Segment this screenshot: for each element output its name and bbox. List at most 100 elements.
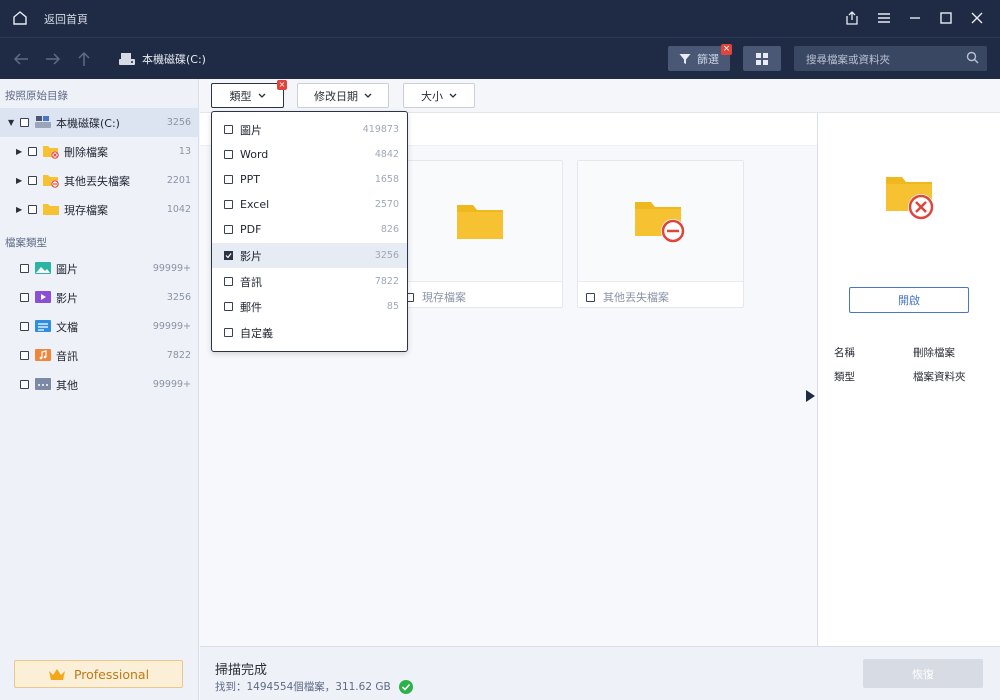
- drive-breadcrumb[interactable]: 本機磁碟(C:): [118, 51, 206, 67]
- property-value: 檔案資料夾: [913, 371, 966, 383]
- option-count: 4842: [374, 149, 399, 160]
- type-section-title: 檔案類型: [5, 237, 47, 249]
- picture-icon: [34, 260, 52, 276]
- title-bar: 返回首頁: [0, 0, 1000, 37]
- checkbox[interactable]: [20, 322, 29, 331]
- expand-arrow-icon[interactable]: ▶: [16, 205, 24, 214]
- minimize-icon[interactable]: [905, 8, 925, 28]
- filter-option-pictures[interactable]: 圖片 419873: [212, 117, 407, 142]
- checkbox[interactable]: [20, 264, 29, 273]
- lost-folder-icon: [634, 202, 685, 243]
- preview-panel: 開啟 名稱 刪除檔案 類型 檔案資料夾: [817, 113, 1000, 646]
- drive-icon: [119, 53, 135, 65]
- toolbar: 本機磁碟(C:) 篩選 × 搜尋檔案或資料夾: [0, 37, 1000, 79]
- filter-button[interactable]: 篩選 ×: [668, 44, 732, 71]
- filter-option-audio[interactable]: 音訊 7822: [212, 269, 407, 294]
- deleted-folder-icon: [884, 173, 936, 224]
- filter-bar: 類型 × 修改日期 大小: [200, 79, 1000, 113]
- funnel-icon: [679, 53, 691, 64]
- checkbox[interactable]: [20, 351, 29, 360]
- filter-option-ppt[interactable]: PPT 1658: [212, 167, 407, 192]
- checkbox[interactable]: [28, 205, 37, 214]
- export-icon[interactable]: [842, 8, 862, 28]
- search-icon[interactable]: [966, 51, 979, 67]
- size-filter-label: 大小: [421, 89, 443, 103]
- sidebar-item-label: 其他丟失檔案: [64, 174, 130, 188]
- sidebar-item-pictures[interactable]: 圖片 99999+: [0, 254, 199, 283]
- path-section-title: 按照原始目錄: [5, 90, 68, 102]
- type-filter-chip[interactable]: 類型 ×: [211, 80, 287, 108]
- option-count: 1658: [374, 174, 399, 185]
- sidebar-item-local-disk[interactable]: ▼ 本機磁碟(C:) 3256: [0, 108, 199, 137]
- folder-card-other-lost[interactable]: 其他丟失檔案: [577, 160, 744, 308]
- maximize-icon[interactable]: [936, 8, 956, 28]
- date-filter-chip[interactable]: 修改日期: [297, 83, 389, 108]
- expand-arrow-icon[interactable]: ▶: [16, 176, 24, 185]
- checkbox[interactable]: [224, 328, 233, 337]
- open-button[interactable]: 開啟: [849, 287, 969, 313]
- checkbox[interactable]: [224, 125, 233, 134]
- sidebar-item-audio[interactable]: 音訊 7822: [0, 341, 199, 370]
- back-home-link[interactable]: 返回首頁: [44, 11, 88, 27]
- collapse-panel-arrow-icon[interactable]: [806, 390, 815, 402]
- chevron-down-icon: [364, 93, 372, 98]
- document-icon: [34, 318, 52, 334]
- checkbox[interactable]: [224, 277, 233, 286]
- drive-label: 本機磁碟(C:): [142, 53, 206, 66]
- checkbox[interactable]: [224, 225, 233, 234]
- checkbox[interactable]: [586, 292, 595, 302]
- option-label: Excel: [240, 198, 270, 211]
- clear-filter-icon[interactable]: ×: [721, 44, 732, 55]
- checkbox[interactable]: [224, 200, 233, 209]
- option-count: 3256: [374, 250, 399, 261]
- sidebar-item-other-lost-files[interactable]: ▶ 其他丟失檔案 2201: [0, 166, 199, 195]
- option-label: 郵件: [240, 300, 262, 314]
- date-filter-label: 修改日期: [314, 89, 358, 103]
- folder-card-existing[interactable]: 現存檔案: [396, 160, 563, 308]
- folder-icon: [42, 201, 60, 217]
- sidebar-item-videos[interactable]: 影片 3256: [0, 283, 199, 312]
- sidebar-item-existing-files[interactable]: ▶ 現存檔案 1042: [0, 195, 199, 224]
- sidebar-item-label: 其他: [56, 378, 78, 392]
- checkbox-checked[interactable]: [224, 251, 233, 260]
- filter-option-excel[interactable]: Excel 2570: [212, 192, 407, 217]
- checkbox[interactable]: [20, 293, 29, 302]
- option-label: 音訊: [240, 275, 262, 289]
- filter-option-pdf[interactable]: PDF 826: [212, 217, 407, 242]
- filter-option-word[interactable]: Word 4842: [212, 142, 407, 167]
- checkbox[interactable]: [224, 175, 233, 184]
- filter-option-email[interactable]: 郵件 85: [212, 294, 407, 319]
- forward-arrow-icon[interactable]: [44, 50, 62, 68]
- sidebar-item-documents[interactable]: 文檔 99999+: [0, 312, 199, 341]
- sidebar-item-other[interactable]: 其他 99999+: [0, 370, 199, 399]
- item-count: 7822: [166, 350, 191, 361]
- back-arrow-icon[interactable]: [12, 50, 30, 68]
- checkbox[interactable]: [28, 147, 37, 156]
- checkbox[interactable]: [224, 302, 233, 311]
- checkbox[interactable]: [224, 150, 233, 159]
- item-count: 1042: [166, 204, 191, 215]
- expand-arrow-icon[interactable]: ▼: [8, 118, 16, 127]
- view-toggle-button[interactable]: [743, 46, 781, 71]
- professional-upgrade-button[interactable]: Professional: [14, 660, 183, 688]
- checkbox[interactable]: [20, 380, 29, 389]
- type-filter-label: 類型: [229, 89, 252, 103]
- close-icon[interactable]: [967, 8, 987, 28]
- success-check-icon: [398, 679, 413, 694]
- checkbox[interactable]: [20, 118, 29, 127]
- expand-arrow-icon[interactable]: ▶: [16, 147, 24, 156]
- filter-option-custom[interactable]: 自定義: [212, 320, 407, 345]
- recover-button[interactable]: 恢復: [863, 659, 983, 688]
- option-label: Word: [240, 148, 269, 161]
- option-label: 自定義: [240, 326, 273, 340]
- size-filter-chip[interactable]: 大小: [403, 83, 475, 108]
- clear-type-filter-icon[interactable]: ×: [277, 80, 287, 90]
- up-arrow-icon[interactable]: [75, 50, 93, 68]
- menu-icon[interactable]: [874, 8, 894, 28]
- sidebar-item-deleted-files[interactable]: ▶ 刪除檔案 13: [0, 137, 199, 166]
- checkbox[interactable]: [28, 176, 37, 185]
- filter-option-videos[interactable]: 影片 3256: [212, 243, 407, 268]
- deleted-folder-icon: [42, 143, 60, 159]
- home-icon[interactable]: [12, 10, 28, 26]
- search-input[interactable]: 搜尋檔案或資料夾: [794, 46, 987, 71]
